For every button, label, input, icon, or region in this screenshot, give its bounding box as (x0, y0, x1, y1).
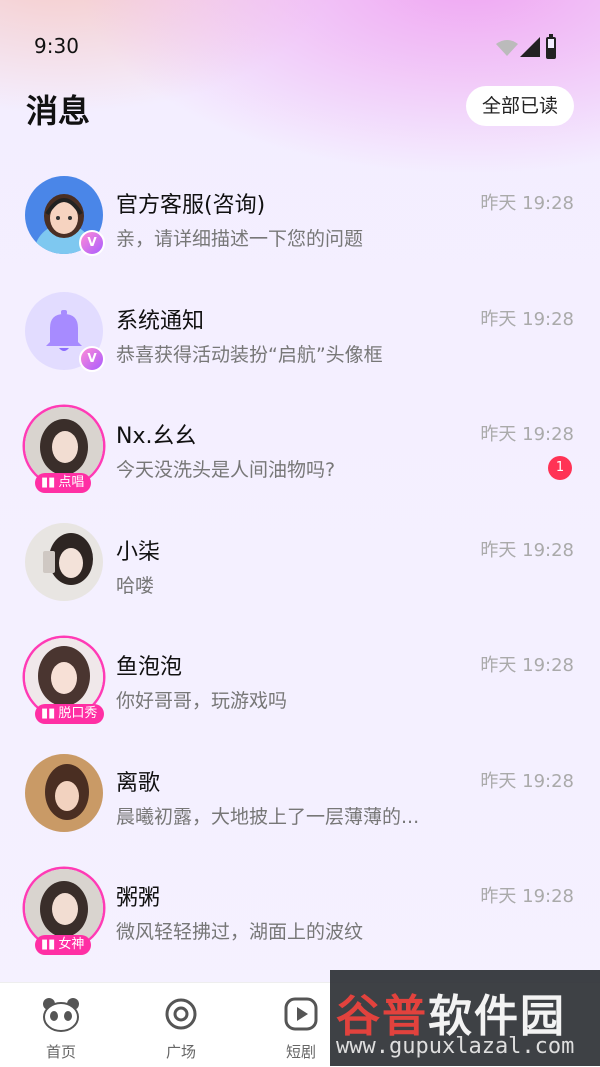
message-time: 昨天 19:28 (480, 655, 574, 676)
live-tag: ▮▮ 女神 (35, 935, 92, 955)
message-preview: 哈喽 (116, 574, 155, 597)
tab-label: 首页 (45, 1043, 76, 1061)
message-preview: 恭喜获得活动装扮“启航”头像框 (116, 343, 383, 366)
live-bars-icon: ▮▮ (41, 475, 56, 490)
contact-name: 离歌 (116, 770, 161, 796)
live-tag: ▮▮ 点唱 (35, 473, 92, 493)
avatar-container: V (25, 291, 105, 372)
verified-badge: V (79, 345, 105, 372)
contact-name: 鱼泡泡 (116, 655, 183, 680)
contact-name: 小柒 (116, 539, 161, 565)
contact-name: 系统通知 (116, 308, 205, 334)
plaza-icon (165, 998, 197, 1030)
message-preview: 亲，请详细描述一下您的问题 (116, 228, 364, 250)
panda-icon (43, 998, 79, 1032)
live-tag: ▮▮ 脱口秀 (35, 704, 105, 724)
conversation-list: V 官方客服(咨询) 亲，请详细描述一下您的问题 昨天 19:28 V 系统通知… (0, 160, 600, 969)
watermark-url: www.gupuxlazal.com (336, 1034, 575, 1059)
avatar-container (25, 753, 103, 832)
page-title: 消息 (26, 92, 91, 130)
message-preview: 微风轻轻拂过，湖面上的波纹 (116, 921, 364, 943)
wifi-icon (496, 40, 518, 56)
live-bars-icon: ▮▮ (41, 937, 56, 952)
message-time: 昨天 19:28 (480, 886, 574, 907)
conversation-row[interactable]: ▮▮ 女神 粥粥 微风轻轻拂过，湖面上的波纹 昨天 19:28 (0, 853, 600, 969)
avatar-container: ▮▮ 脱口秀 (25, 638, 105, 724)
avatar-container: ▮▮ 点唱 (25, 407, 103, 493)
contact-name: 粥粥 (116, 886, 161, 911)
avatar-container: ▮▮ 女神 (25, 869, 103, 955)
verified-badge: V (79, 230, 105, 256)
play-icon (284, 997, 318, 1031)
header: 消息 全部已读 (0, 80, 600, 140)
message-preview: 今天没洗头是人间油物吗? (116, 459, 336, 481)
tab-plaza[interactable]: 广场 (131, 995, 231, 1062)
message-time: 昨天 19:28 (480, 193, 574, 214)
live-bars-icon: ▮▮ (41, 706, 56, 721)
avatar-container (25, 522, 103, 601)
tab-label: 广场 (165, 1043, 196, 1061)
message-time: 昨天 19:28 (480, 424, 574, 445)
message-preview: 晨曦初露，大地披上了一层薄薄的... (116, 805, 420, 828)
status-time: 9:30 (34, 34, 79, 58)
avatar (25, 522, 103, 601)
mark-all-read-button[interactable]: 全部已读 (466, 86, 574, 126)
tab-home[interactable]: 首页 (11, 995, 111, 1062)
message-time: 昨天 19:28 (480, 770, 574, 792)
avatar-container: V (25, 176, 105, 256)
watermark: 谷普软件园 www.gupuxlazal.com (330, 970, 600, 1066)
conversation-row[interactable]: ▮▮ 点唱 Nx.幺幺 今天没洗头是人间油物吗? 昨天 19:28 1 (0, 391, 600, 507)
battery-icon (546, 34, 556, 59)
conversation-row[interactable]: V 官方客服(咨询) 亲，请详细描述一下您的问题 昨天 19:28 (0, 160, 600, 276)
message-time: 昨天 19:28 (480, 308, 574, 330)
user-photo (25, 753, 103, 832)
message-time: 昨天 19:28 (480, 539, 574, 561)
signal-icon (520, 37, 540, 57)
conversation-row[interactable]: 离歌 晨曦初露，大地披上了一层薄薄的... 昨天 19:28 (0, 738, 600, 854)
system-icons (496, 34, 566, 61)
conversation-row[interactable]: ▮▮ 脱口秀 鱼泡泡 你好哥哥，玩游戏吗 昨天 19:28 (0, 622, 600, 738)
conversation-row[interactable]: V 系统通知 恭喜获得活动装扮“启航”头像框 昨天 19:28 (0, 276, 600, 392)
message-preview: 你好哥哥，玩游戏吗 (116, 690, 288, 712)
contact-name: 官方客服(咨询) (116, 193, 266, 218)
conversation-row[interactable]: 小柒 哈喽 昨天 19:28 (0, 507, 600, 623)
avatar (25, 753, 103, 832)
unread-count-badge: 1 (548, 456, 572, 480)
status-bar: 9:30 (0, 0, 600, 90)
user-photo (25, 522, 103, 601)
contact-name: Nx.幺幺 (116, 424, 197, 449)
